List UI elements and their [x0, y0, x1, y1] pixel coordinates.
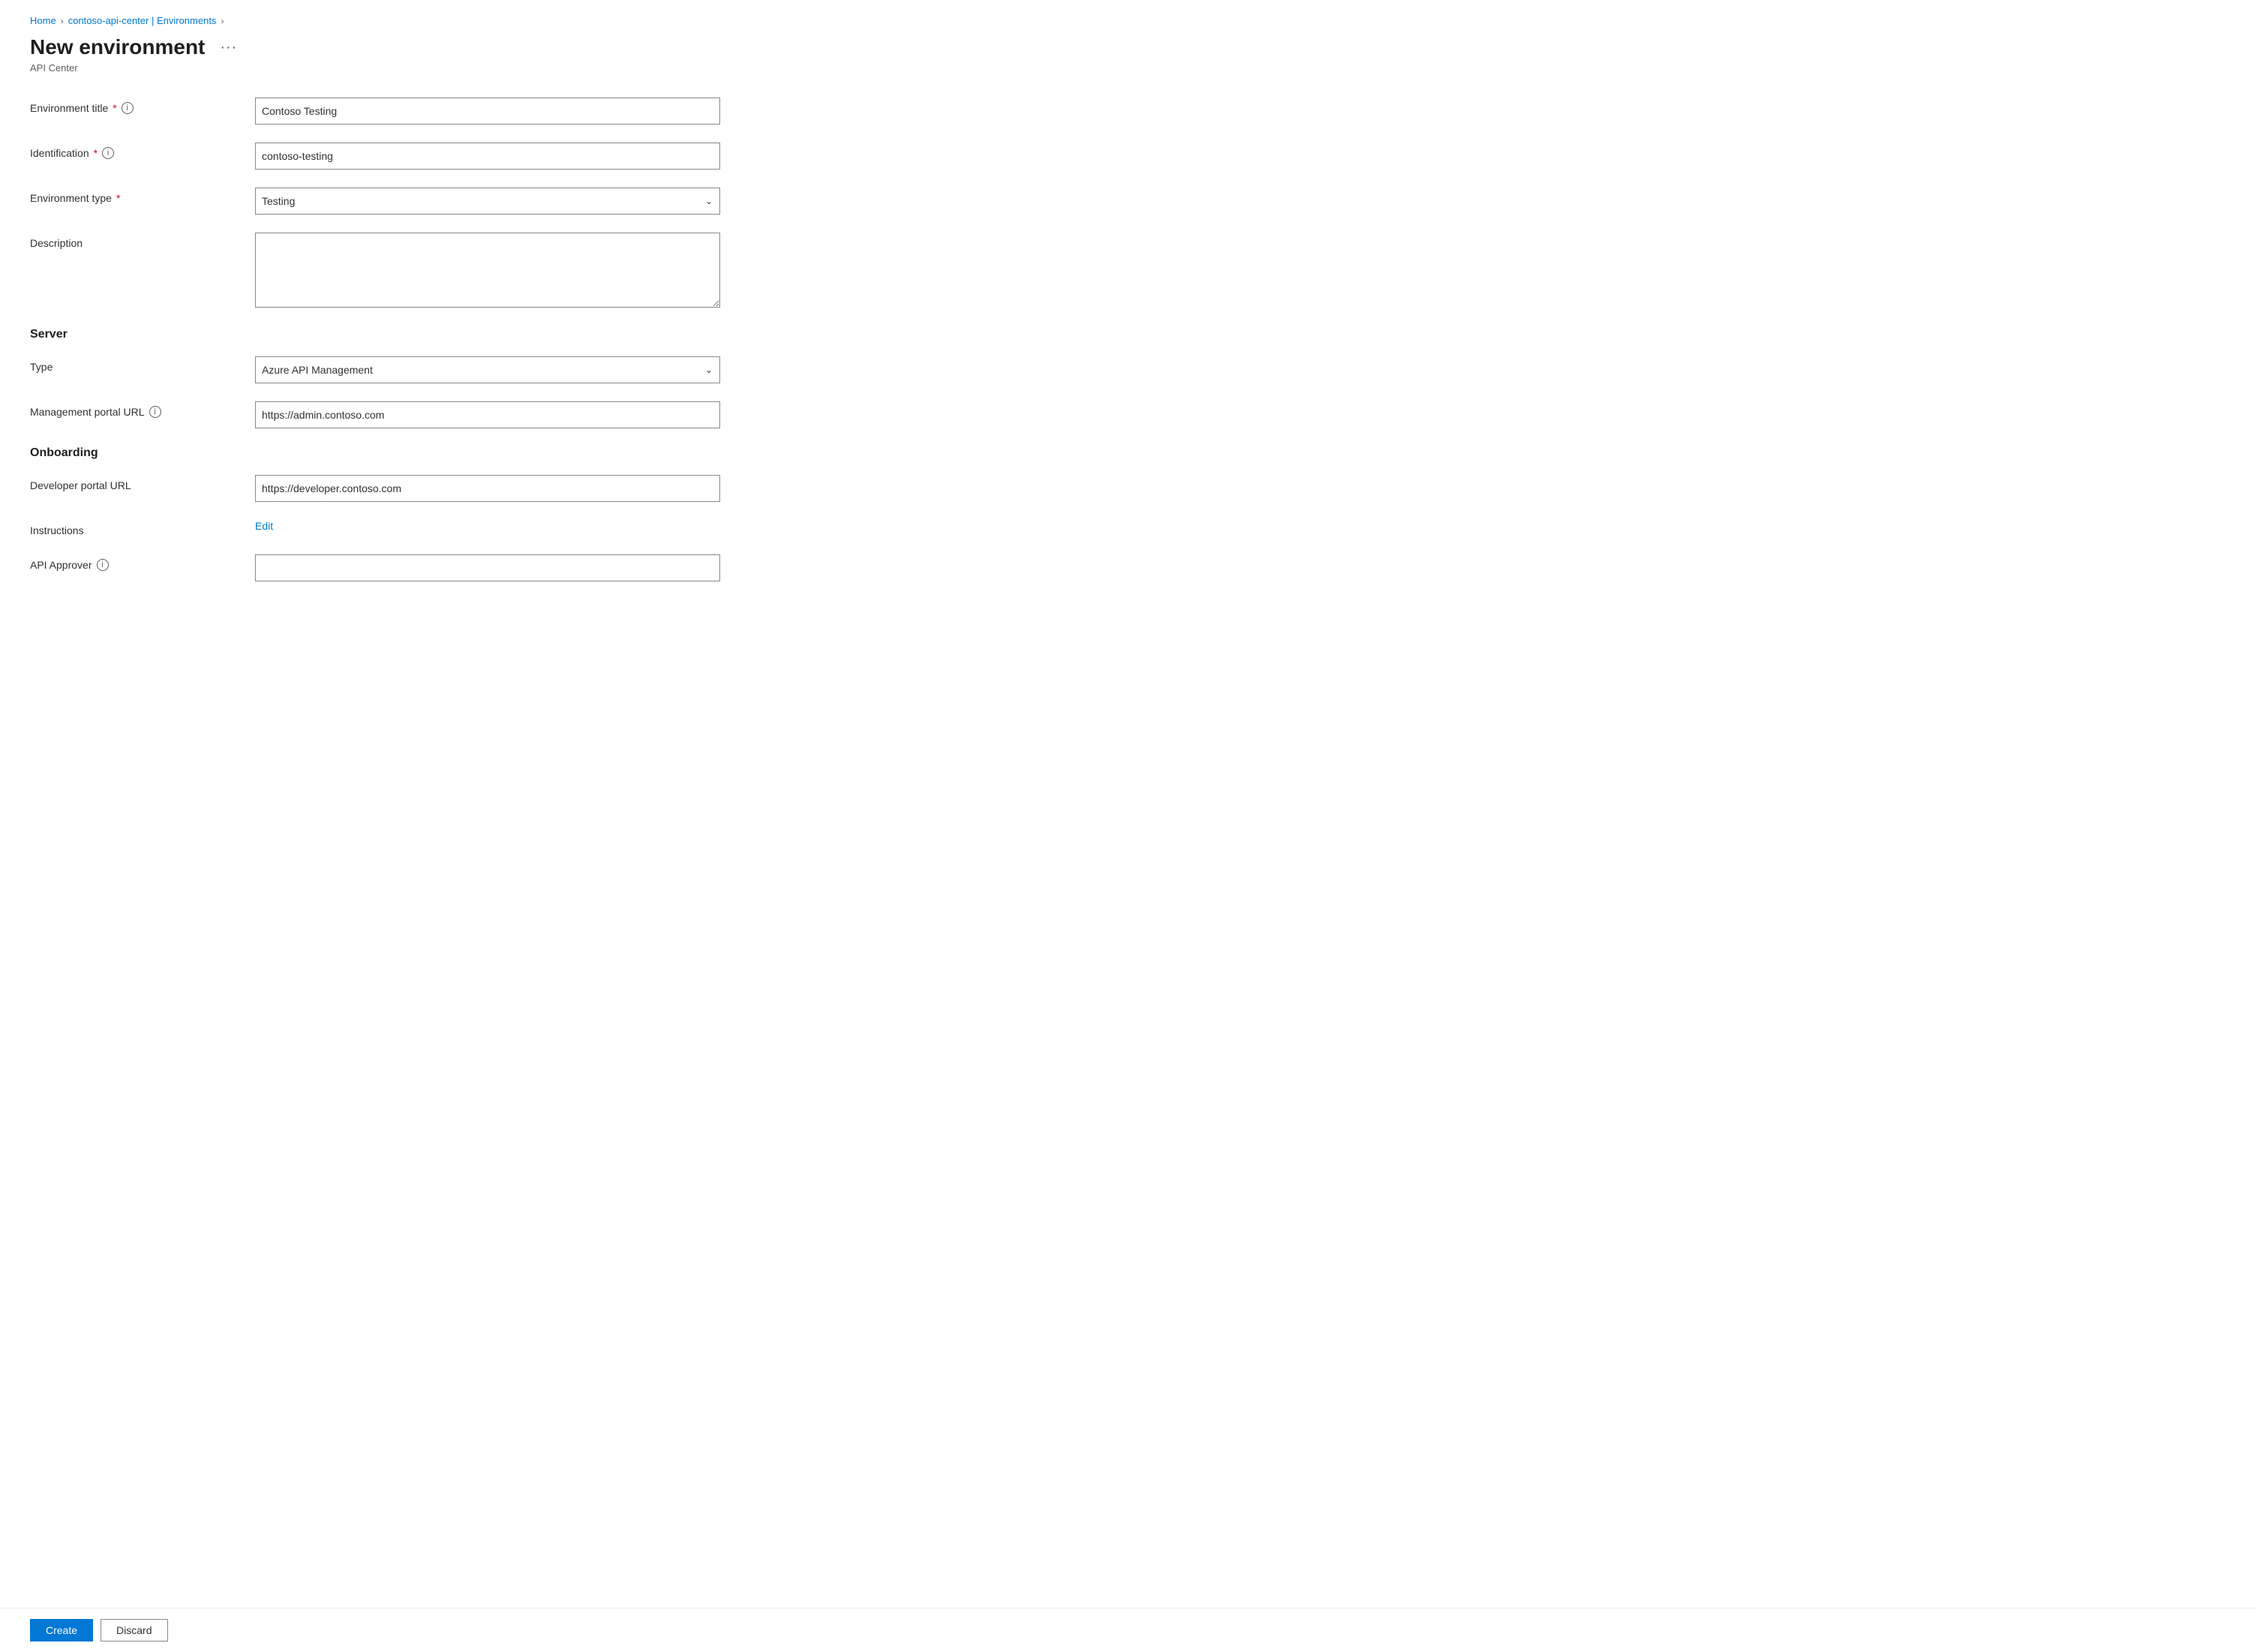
info-icon-mgmt-url: i [149, 406, 161, 418]
breadcrumb-parent[interactable]: contoso-api-center | Environments [68, 15, 217, 26]
environment-title-row: Environment title * i [30, 98, 870, 125]
server-type-select[interactable]: Azure API Management Custom [255, 356, 720, 383]
server-section: Server [30, 328, 870, 341]
server-type-label: Type [30, 356, 240, 373]
description-label: Description [30, 233, 240, 249]
server-type-wrapper: Azure API Management Custom ⌄ [255, 356, 720, 383]
breadcrumb-sep-1: › [61, 16, 64, 26]
developer-portal-url-input[interactable] [255, 475, 720, 502]
breadcrumb-home[interactable]: Home [30, 15, 56, 26]
identification-label: Identification * i [30, 143, 240, 159]
management-portal-url-wrapper [255, 401, 720, 428]
api-approver-input[interactable] [255, 554, 720, 581]
description-textarea[interactable] [255, 233, 720, 308]
management-portal-url-label: Management portal URL i [30, 401, 240, 418]
environment-title-label: Environment title * i [30, 98, 240, 114]
info-icon-id: i [102, 147, 114, 159]
developer-portal-url-row: Developer portal URL [30, 475, 870, 502]
environment-type-wrapper: Testing Production Staging Development ⌄ [255, 188, 720, 215]
page-title: New environment [30, 35, 205, 59]
api-approver-row: API Approver i [30, 554, 870, 581]
onboarding-section-heading: Onboarding [30, 446, 870, 460]
more-options-button[interactable]: ··· [214, 36, 243, 59]
server-type-row: Type Azure API Management Custom ⌄ [30, 356, 870, 383]
page-subtitle: API Center [30, 62, 870, 74]
new-environment-form: Environment title * i Identification * i… [30, 98, 870, 581]
onboarding-section: Onboarding [30, 446, 870, 460]
instructions-row: Instructions Edit [30, 520, 870, 536]
description-wrapper [255, 233, 720, 310]
environment-type-select[interactable]: Testing Production Staging Development [255, 188, 720, 215]
discard-button[interactable]: Discard [101, 1619, 167, 1641]
identification-row: Identification * i [30, 143, 870, 170]
environment-type-label: Environment type * [30, 188, 240, 204]
management-portal-url-row: Management portal URL i [30, 401, 870, 428]
instructions-label: Instructions [30, 520, 240, 536]
description-row: Description [30, 233, 870, 310]
environment-title-wrapper [255, 98, 720, 125]
required-star-id: * [94, 147, 98, 159]
required-star-title: * [113, 102, 116, 114]
page-header: New environment ··· [30, 35, 870, 59]
api-approver-label: API Approver i [30, 554, 240, 571]
identification-input[interactable] [255, 143, 720, 170]
server-type-select-wrapper: Azure API Management Custom ⌄ [255, 356, 720, 383]
management-portal-url-input[interactable] [255, 401, 720, 428]
info-icon-title: i [122, 102, 134, 114]
server-section-heading: Server [30, 328, 870, 341]
environment-type-select-wrapper: Testing Production Staging Development ⌄ [255, 188, 720, 215]
api-approver-wrapper [255, 554, 720, 581]
environment-type-row: Environment type * Testing Production St… [30, 188, 870, 215]
instructions-wrapper: Edit [255, 520, 720, 532]
create-button[interactable]: Create [30, 1619, 93, 1641]
environment-title-input[interactable] [255, 98, 720, 125]
identification-wrapper [255, 143, 720, 170]
breadcrumb: Home › contoso-api-center | Environments… [30, 15, 870, 26]
instructions-edit-link[interactable]: Edit [255, 520, 273, 532]
info-icon-api-approver: i [97, 559, 109, 571]
required-star-type: * [116, 192, 120, 204]
breadcrumb-sep-2: › [221, 16, 224, 26]
developer-portal-url-wrapper [255, 475, 720, 502]
footer-bar: Create Discard [0, 1608, 2255, 1652]
developer-portal-url-label: Developer portal URL [30, 475, 240, 491]
